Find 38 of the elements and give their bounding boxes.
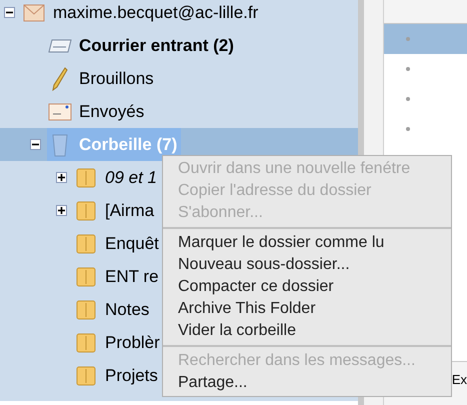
plus-icon <box>58 174 65 181</box>
envelope-icon <box>23 4 45 22</box>
pencil-icon <box>52 66 68 90</box>
folder-name[interactable]: Brouillons <box>79 66 154 92</box>
tree-toggle[interactable] <box>30 139 41 150</box>
status-text: Ex <box>452 370 467 389</box>
folder-name[interactable]: 09 et 1 <box>105 164 157 190</box>
plus-icon <box>58 207 65 214</box>
folder-name[interactable]: Projets <box>105 362 158 388</box>
folder-name[interactable]: Courrier entrant (2) <box>79 32 234 58</box>
folder-name[interactable]: ENT re <box>105 264 159 290</box>
folder-name[interactable]: [Airma <box>105 198 154 224</box>
folder-icon <box>76 168 96 188</box>
folder-icon <box>76 332 96 352</box>
trash-icon <box>52 132 68 156</box>
folder-name[interactable]: Envoyés <box>79 98 144 124</box>
folder-icon <box>76 266 96 286</box>
folder-name[interactable]: Enquêt <box>105 230 159 256</box>
tree-toggle[interactable] <box>56 205 67 216</box>
folder-icon <box>76 300 96 320</box>
tree-toggle[interactable] <box>4 7 15 18</box>
tree-toggle[interactable] <box>56 172 67 183</box>
minus-icon <box>6 9 13 16</box>
menu-item[interactable]: Partage... <box>163 372 451 394</box>
folder-icon <box>76 234 96 254</box>
folder-name[interactable]: maxime.becquet@ac-lille.fr <box>53 0 258 26</box>
menu-item[interactable]: Nouveau sous-dossier... <box>163 254 451 276</box>
envelope-icon <box>48 102 72 120</box>
folder-icon <box>76 200 96 220</box>
menu-item[interactable]: Vider la corbeille <box>163 320 451 342</box>
tray-icon <box>47 38 73 52</box>
menu-item[interactable]: Compacter ce dossier <box>163 276 451 298</box>
menu-item[interactable]: Marquer le dossier comme lu <box>163 232 451 254</box>
folder-name[interactable]: Notes <box>105 296 150 322</box>
folder-name[interactable]: Problèr <box>105 330 160 356</box>
folder-icon <box>76 366 96 386</box>
minus-icon <box>32 141 39 148</box>
menu-item[interactable]: Archive This Folder <box>163 298 451 320</box>
